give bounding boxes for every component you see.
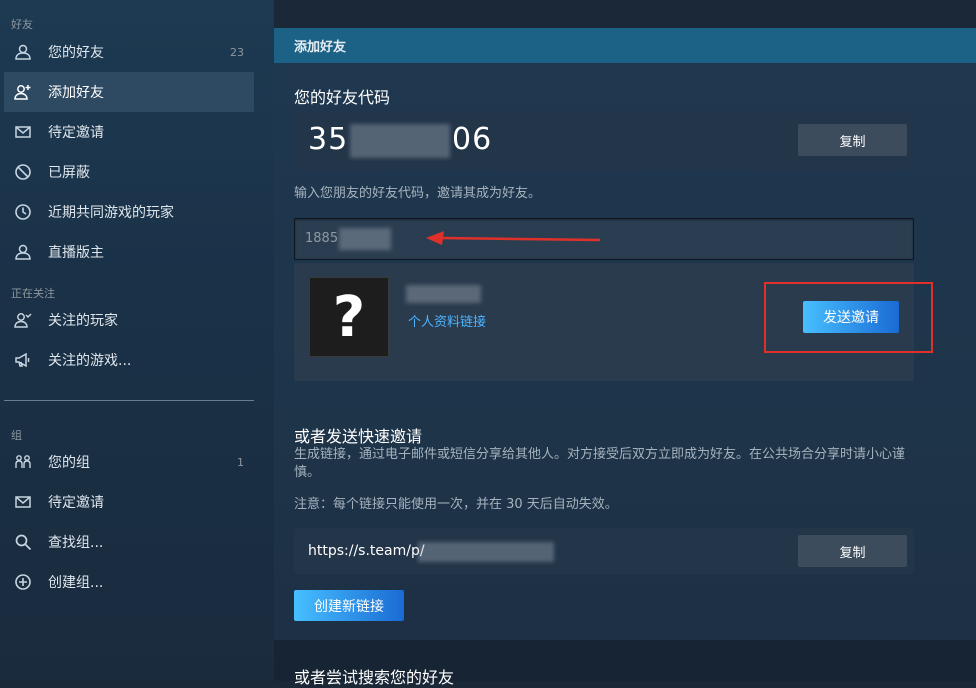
create-link-button[interactable]: 创建新链接 xyxy=(294,590,404,621)
sidebar-item-pending-invites[interactable]: 待定邀请 xyxy=(4,112,254,152)
sidebar-item-label: 您的组 xyxy=(48,455,90,471)
following-section-label: 正在关注 xyxy=(11,287,55,300)
sidebar-item-stream-moderators[interactable]: 直播版主 xyxy=(4,232,254,272)
redacted-code xyxy=(350,124,450,158)
copy-code-button[interactable]: 复制 xyxy=(798,124,907,156)
redacted-link xyxy=(418,542,554,562)
sidebar-item-label: 待定邀请 xyxy=(48,125,104,141)
friend-code-box: 35 06 复制 xyxy=(294,112,914,170)
sidebar-item-blocked[interactable]: 已屏蔽 xyxy=(4,152,254,192)
quick-invite-note: 注意：每个链接只能使用一次，并在 30 天后自动失效。 xyxy=(294,497,618,512)
sidebar-item-label: 您的好友 xyxy=(48,45,104,61)
sidebar-item-your-friends[interactable]: 您的好友 23 xyxy=(4,32,254,72)
sidebar-item-find-groups[interactable]: 查找组... xyxy=(4,522,254,562)
enter-code-hint: 输入您朋友的好友代码，邀请其成为好友。 xyxy=(294,186,542,201)
sidebar-item-label: 添加好友 xyxy=(48,85,104,101)
friend-code-suffix: 06 xyxy=(452,122,493,157)
profile-link[interactable]: 个人资料链接 xyxy=(408,311,486,330)
friend-code-prefix: 35 xyxy=(308,122,349,157)
sidebar-item-label: 已屏蔽 xyxy=(48,165,90,181)
groups-section-label: 组 xyxy=(11,429,22,442)
annotation-highlight-box xyxy=(764,282,933,353)
sidebar-divider xyxy=(4,400,254,401)
redacted-input xyxy=(339,228,391,250)
invite-link-text: https://s.team/p/ xyxy=(308,543,425,559)
clock-icon xyxy=(12,201,34,223)
sidebar-item-label: 创建组... xyxy=(48,575,104,591)
annotation-arrow-icon xyxy=(426,231,601,245)
sidebar-item-label: 直播版主 xyxy=(48,245,104,261)
invite-link-box: https://s.team/p/ 复制 xyxy=(294,528,914,574)
redacted-username xyxy=(406,285,481,303)
megaphone-icon xyxy=(12,349,34,371)
person-icon xyxy=(12,41,34,63)
sidebar-item-add-friend[interactable]: 添加好友 xyxy=(4,72,254,112)
sidebar-item-label: 关注的玩家 xyxy=(48,313,118,329)
plus-circle-icon xyxy=(12,571,34,593)
search-friends-title: 或者尝试搜索您的好友 xyxy=(294,668,455,687)
quick-invite-title: 或者发送快速邀请 xyxy=(294,427,423,446)
group-icon xyxy=(12,451,34,473)
friend-code-input[interactable]: 1885 xyxy=(294,218,914,260)
person-icon xyxy=(12,241,34,263)
quick-invite-description: 生成链接，通过电子邮件或短信分享给其他人。对方接受后双方立即成为好友。在公共场合… xyxy=(294,447,906,480)
follow-person-icon xyxy=(12,309,34,331)
group-count: 1 xyxy=(237,455,244,469)
friend-code-title: 您的好友代码 xyxy=(294,88,391,107)
friends-section-label: 好友 xyxy=(11,18,33,31)
panel-title: 添加好友 xyxy=(294,40,347,55)
sidebar-item-label: 近期共同游戏的玩家 xyxy=(48,205,174,221)
sidebar-item-label: 待定邀请 xyxy=(48,495,104,511)
sidebar-item-followed-games[interactable]: 关注的游戏... xyxy=(4,340,254,380)
sidebar-item-your-groups[interactable]: 您的组 1 xyxy=(4,442,254,482)
unknown-avatar: ? xyxy=(309,277,389,357)
search-icon xyxy=(12,531,34,553)
add-friend-panel: 添加好友 您的好友代码 35 06 复制 输入您朋友的好友代码，邀请其成为好友。… xyxy=(274,28,976,687)
sidebar-item-label: 关注的游戏... xyxy=(48,353,132,369)
sidebar-item-create-group[interactable]: 创建组... xyxy=(4,562,254,602)
envelope-icon xyxy=(12,121,34,143)
copy-link-button[interactable]: 复制 xyxy=(798,535,907,567)
sidebar-item-followed-players[interactable]: 关注的玩家 xyxy=(4,300,254,340)
friend-count: 23 xyxy=(230,45,244,59)
sidebar-item-label: 查找组... xyxy=(48,535,104,551)
sidebar: 好友 您的好友 23 添加好友 待定邀请 已屏蔽 近期共同游戏的玩家 直播版主 … xyxy=(0,0,274,681)
add-friend-icon xyxy=(12,81,34,103)
envelope-icon xyxy=(12,491,34,513)
friend-code-input-value: 1885 xyxy=(305,231,339,246)
panel-header: 添加好友 xyxy=(274,28,976,63)
sidebar-item-group-invites[interactable]: 待定邀请 xyxy=(4,482,254,522)
blocked-icon xyxy=(12,161,34,183)
sidebar-item-recent-players[interactable]: 近期共同游戏的玩家 xyxy=(4,192,254,232)
